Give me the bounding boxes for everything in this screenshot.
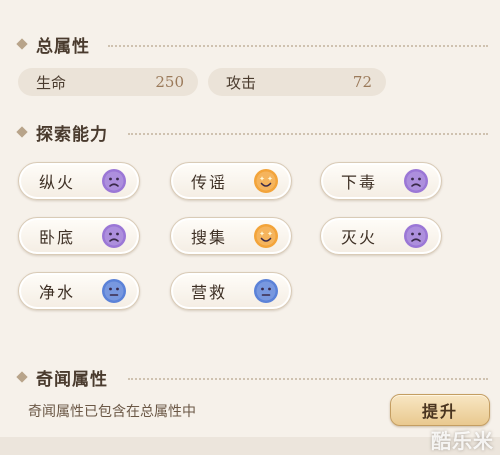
section-title: 总属性 <box>36 36 90 57</box>
ability-button[interactable]: 搜集 <box>170 217 292 255</box>
ability-label: 传谣 <box>191 173 228 192</box>
divider <box>128 378 488 380</box>
neutral-face-icon <box>254 279 278 303</box>
stat-hp: 生命 250 <box>18 68 198 96</box>
watermark: 酷乐米 <box>431 429 494 453</box>
ability-label: 卧底 <box>39 228 76 247</box>
sad-face-icon <box>404 169 428 193</box>
ability-button[interactable]: 营救 <box>170 272 292 310</box>
ability-label: 下毒 <box>341 173 378 192</box>
ability-button[interactable]: 净水 <box>18 272 140 310</box>
sad-face-icon <box>102 169 126 193</box>
ability-button[interactable]: 纵火 <box>18 162 140 200</box>
ability-button[interactable]: 下毒 <box>320 162 442 200</box>
exploration-header: 探索能力 <box>16 120 108 145</box>
stat-attack: 攻击 72 <box>208 68 386 96</box>
attributes-panel: 总属性 生命 250 攻击 72 探索能力 纵火 传谣 下毒卧底 搜集 灭火净水 营救 奇… <box>0 0 500 455</box>
diamond-bullet-icon <box>16 38 28 50</box>
section-title: 探索能力 <box>36 124 108 145</box>
ability-label: 纵火 <box>39 173 76 192</box>
divider <box>128 133 488 135</box>
section-title: 奇闻属性 <box>36 369 108 390</box>
ability-label: 灭火 <box>341 228 378 247</box>
ability-button[interactable]: 卧底 <box>18 217 140 255</box>
sad-face-icon <box>102 224 126 248</box>
happy-face-icon <box>254 169 278 193</box>
diamond-bullet-icon <box>16 126 28 138</box>
ability-label: 营救 <box>191 283 228 302</box>
total-attributes-header: 总属性 <box>16 32 90 57</box>
neutral-face-icon <box>102 279 126 303</box>
anecdote-note: 奇闻属性已包含在总属性中 <box>28 404 196 420</box>
stat-label: 攻击 <box>226 73 257 92</box>
happy-face-icon <box>254 224 278 248</box>
ability-button[interactable]: 灭火 <box>320 217 442 255</box>
sad-face-icon <box>404 224 428 248</box>
ability-label: 净水 <box>39 283 76 302</box>
anecdote-header: 奇闻属性 <box>16 365 108 390</box>
stat-value: 72 <box>352 73 372 91</box>
ability-button[interactable]: 传谣 <box>170 162 292 200</box>
stat-label: 生命 <box>36 73 67 92</box>
footer-band <box>0 437 500 455</box>
stat-value: 250 <box>155 73 184 91</box>
divider <box>108 45 488 47</box>
upgrade-button[interactable]: 提升 <box>390 394 490 426</box>
ability-label: 搜集 <box>191 228 228 247</box>
diamond-bullet-icon <box>16 371 28 383</box>
